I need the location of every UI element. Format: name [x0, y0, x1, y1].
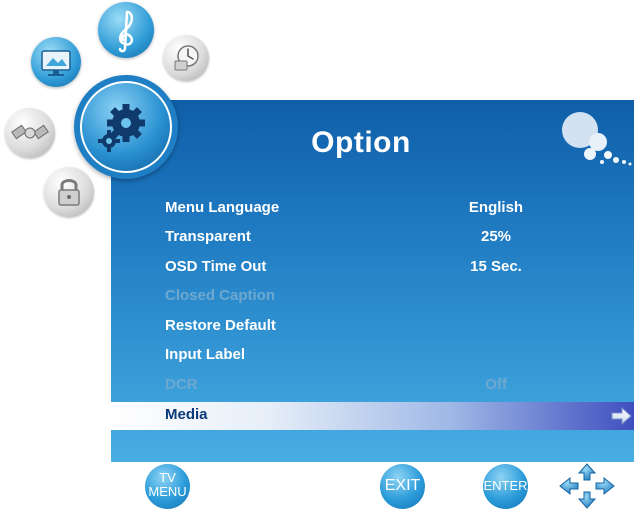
menu-item-label: Menu Language [165, 199, 280, 216]
menu-item-menu-language[interactable]: Menu Language English [111, 195, 634, 223]
menu-item-label: Transparent [165, 228, 251, 245]
padlock-icon [58, 179, 80, 206]
menu-item-dcr: DCR Off [111, 372, 634, 400]
monitor-icon [41, 50, 71, 76]
gears-icon [98, 104, 145, 152]
menu-item-value: English [468, 199, 524, 216]
picture-icon[interactable] [31, 37, 81, 87]
settings-inner-ring [80, 81, 172, 173]
navigation-arrows-icon[interactable] [558, 462, 616, 510]
clock-face-icon [174, 45, 199, 71]
clock-icon[interactable] [163, 35, 209, 81]
settings-gears-icon[interactable] [74, 75, 178, 179]
enter-label: ENTER [483, 478, 528, 493]
menu-item-transparent[interactable]: Transparent 25% [111, 224, 634, 252]
menu-item-input-label[interactable]: Input Label [111, 342, 634, 370]
satellite-dish-icon [11, 124, 49, 140]
menu-item-label: Input Label [165, 346, 245, 363]
option-menu-panel: Option Menu Language English Transparent… [111, 100, 634, 462]
menu-item-label: Restore Default [165, 317, 276, 334]
treble-clef-icon [118, 10, 134, 53]
exit-button[interactable]: EXIT [380, 464, 425, 509]
menu-item-label: DCR [165, 376, 198, 393]
menu-item-value: 15 Sec. [470, 258, 522, 275]
menu-item-value: Off [485, 376, 507, 393]
tv-menu-line2: MENU [148, 484, 187, 499]
osd-screen: Option Menu Language English Transparent… [0, 0, 634, 515]
menu-item-restore-default[interactable]: Restore Default [111, 313, 634, 341]
arrow-right-icon [611, 407, 632, 425]
menu-item-label: OSD Time Out [165, 258, 267, 275]
menu-item-closed-caption: Closed Caption [111, 283, 634, 311]
tv-menu-line1: TV [159, 470, 176, 485]
lock-icon[interactable] [44, 167, 94, 217]
menu-item-value: 25% [480, 228, 512, 245]
tv-menu-button[interactable]: TV MENU [145, 464, 190, 509]
menu-item-label: Closed Caption [165, 287, 276, 304]
music-icon[interactable] [98, 2, 154, 58]
menu-item-osd-time-out[interactable]: OSD Time Out 15 Sec. [111, 254, 634, 282]
menu-item-media[interactable]: Media [111, 402, 634, 430]
enter-button[interactable]: ENTER [483, 464, 528, 509]
satellite-icon[interactable] [5, 108, 55, 158]
menu-item-label: Media [165, 406, 208, 423]
bubbles-decoration-icon [562, 112, 632, 166]
exit-label: EXIT [384, 477, 421, 494]
